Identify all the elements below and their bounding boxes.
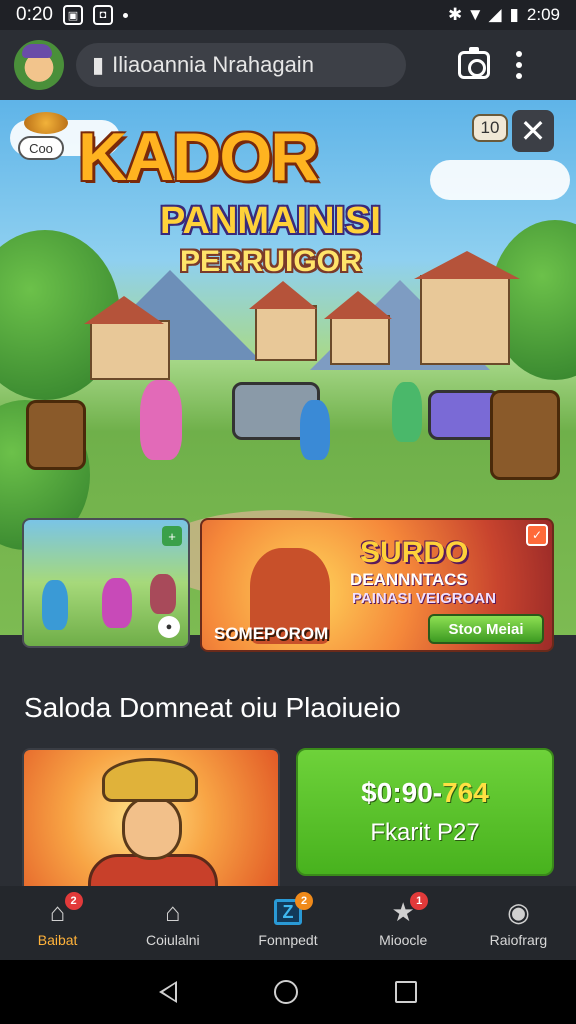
thumb-character: [102, 578, 132, 628]
profile-icon: ◉: [507, 897, 530, 927]
notification-badge: 1: [410, 892, 429, 910]
promo-card[interactable]: ✓ SURDO DEANNNTACS PAINASI VEIGROAN SOME…: [200, 518, 554, 652]
nav-item-home[interactable]: ⌂ 2 Baibat: [0, 886, 115, 960]
house-decoration: [249, 281, 317, 361]
house-decoration: [414, 251, 520, 365]
notification-badge: 2: [295, 892, 313, 910]
more-vert-icon[interactable]: [516, 51, 522, 79]
status-time: 0:20: [16, 4, 53, 25]
app-notification-icon: ◘: [92, 5, 113, 25]
hero-title: KADOR: [78, 119, 319, 195]
price-label: Fkarit P27: [370, 819, 480, 846]
search-icon: ▮: [92, 52, 105, 77]
character-face: [122, 796, 182, 860]
nav-item-store[interactable]: ⌂ Coiulalni: [115, 886, 230, 960]
search-bar[interactable]: ▮ Iliaoannia Nrahagain: [76, 43, 406, 87]
house-decoration: [324, 291, 392, 365]
hero-subtitle-1: PANMAINISI: [160, 200, 381, 242]
home-icon: ⌂ 2: [43, 892, 83, 926]
section-title: Saloda Domneat oiu Plaoiueio: [24, 692, 401, 723]
promo-title: SURDO: [360, 536, 469, 569]
nav-label: Mioocle: [379, 932, 428, 948]
app-header: ▮ Iliaoannia Nrahagain: [0, 30, 576, 100]
nav-item-favorites[interactable]: ★ 1 Mioocle: [346, 886, 461, 960]
back-icon[interactable]: [158, 981, 177, 1003]
nav-item-profile[interactable]: ◉ Raiofrarg: [461, 886, 576, 960]
thumb-character: [150, 574, 176, 614]
thumb-badge: +: [162, 526, 182, 546]
promo-label: SOMEPOROM: [214, 624, 329, 643]
promo-button[interactable]: Stoo Meiai: [428, 614, 544, 644]
hero-subtitle-2: PERRUIGOR: [180, 245, 362, 278]
character-hat: [102, 758, 198, 802]
product-image[interactable]: [22, 748, 280, 888]
wooden-cart: [26, 400, 86, 470]
coin-pile-icon: [24, 112, 68, 134]
house-decoration: [84, 296, 170, 380]
app-screen: 0:20 ▣ ◘ ✱ ▼ ◢ ▮ 2:09 ▮ Iliaoannia Nraha…: [0, 0, 576, 1024]
thumb-character: [42, 580, 68, 630]
promo-subtitle: DEANNNTACS: [350, 570, 468, 589]
level-badge: 10: [472, 114, 508, 142]
nav-label: Baibat: [37, 932, 78, 948]
price-text: $0:90-764: [361, 777, 489, 808]
recents-icon[interactable]: [395, 981, 418, 1003]
search-text: Iliaoannia Nrahagain: [112, 52, 314, 77]
avatar[interactable]: [14, 40, 64, 90]
signal-icon: ✱ ▼ ◢: [447, 5, 502, 24]
coin-badge: Coo: [18, 136, 64, 160]
camera-icon[interactable]: [458, 47, 490, 79]
system-navigation: [0, 960, 576, 1024]
store-icon: ⌂: [164, 897, 181, 927]
character-boy: [300, 400, 330, 460]
gallery-notification-icon: ▣: [62, 5, 83, 25]
promo-corner-icon: ✓: [526, 524, 548, 546]
nav-label: Coiulalni: [145, 932, 200, 948]
play-icon[interactable]: ●: [158, 616, 180, 638]
character-girl: [140, 380, 182, 460]
status-bar: 0:20 ▣ ◘ ✱ ▼ ◢ ▮ 2:09: [0, 0, 576, 30]
status-right-text: 2:09: [526, 5, 560, 24]
cloud-decoration: [430, 160, 570, 200]
notification-badge: 2: [64, 892, 83, 910]
close-button[interactable]: ✕: [512, 110, 554, 152]
price-button[interactable]: $0:90-764 Fkarit P27: [296, 748, 554, 876]
wooden-sign: [490, 390, 560, 480]
nav-item-apps[interactable]: Z2 Fonnpedt: [230, 886, 345, 960]
gameplay-thumbnail[interactable]: + ●: [22, 518, 190, 648]
promo-subtitle-2: PAINASI VEIGROAN: [352, 590, 496, 607]
more-notifications-icon: [122, 12, 128, 18]
z-app-icon: Z2: [273, 892, 313, 926]
nav-label: Fonnpedt: [258, 932, 318, 948]
nav-label: Raiofrarg: [489, 932, 548, 948]
star-icon: ★ 1: [388, 892, 429, 926]
battery-icon: ▮: [509, 5, 519, 24]
bottom-navigation: ⌂ 2 Baibat ⌂ Coiulalni Z2 Fonnpedt ★ 1 Mio…: [0, 886, 576, 960]
character-goblin: [392, 382, 422, 442]
home-circle-icon[interactable]: [273, 980, 298, 1004]
